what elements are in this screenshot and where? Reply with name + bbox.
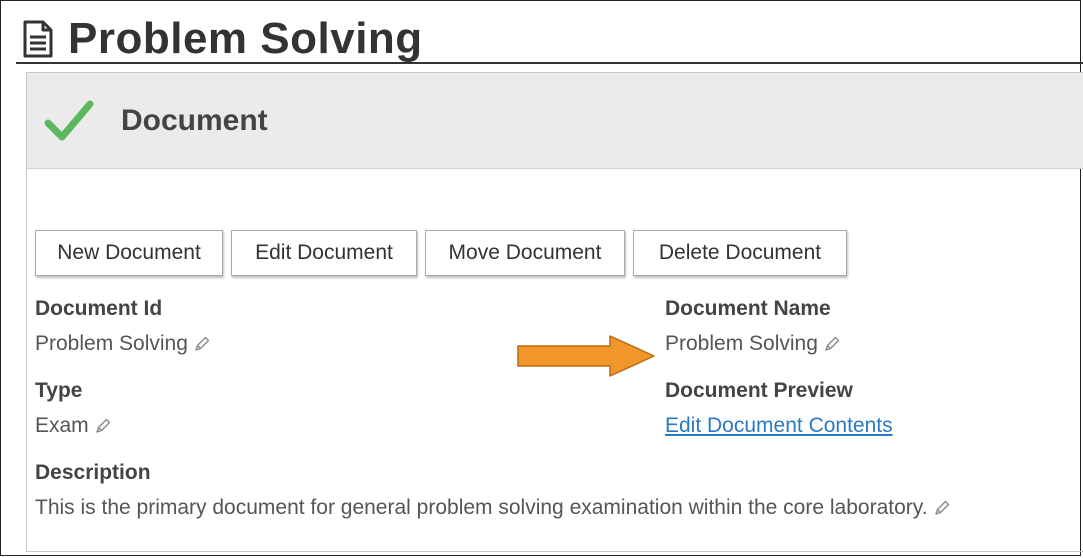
document-id-value: Problem Solving <box>35 332 211 356</box>
checkmark-icon <box>44 100 94 140</box>
edit-document-contents-link[interactable]: Edit Document Contents <box>665 414 893 438</box>
document-id-label: Document Id <box>35 297 163 320</box>
type-label: Type <box>35 379 83 402</box>
page-title: Problem Solving <box>68 14 423 63</box>
document-toolbar: New Document Edit Document Move Document… <box>35 230 847 276</box>
pencil-icon[interactable] <box>193 335 211 353</box>
type-text: Exam <box>35 414 89 437</box>
document-preview-value: Edit Document Contents <box>665 414 893 438</box>
description-text: This is the primary document for general… <box>35 496 928 519</box>
document-icon <box>23 20 53 58</box>
edit-document-button[interactable]: Edit Document <box>231 230 417 276</box>
panel-header: Document <box>27 73 1083 169</box>
document-preview-label: Document Preview <box>665 379 853 402</box>
delete-document-button[interactable]: Delete Document <box>633 230 847 276</box>
panel-title: Document <box>121 103 268 137</box>
document-name-value: Problem Solving <box>665 332 841 356</box>
pencil-icon[interactable] <box>94 417 112 435</box>
arrow-right-icon <box>517 335 655 377</box>
pencil-icon[interactable] <box>823 335 841 353</box>
document-id-text: Problem Solving <box>35 332 188 355</box>
document-panel: Document New Document Edit Document Move… <box>26 72 1083 552</box>
title-divider <box>16 62 1083 64</box>
page-header: Problem Solving <box>22 14 423 64</box>
description-label: Description <box>35 461 151 484</box>
description-value: This is the primary document for general… <box>35 496 951 520</box>
type-value: Exam <box>35 414 112 438</box>
new-document-button[interactable]: New Document <box>35 230 223 276</box>
pencil-icon[interactable] <box>933 499 951 517</box>
document-name-text: Problem Solving <box>665 332 818 355</box>
document-name-label: Document Name <box>665 297 831 320</box>
move-document-button[interactable]: Move Document <box>425 230 625 276</box>
